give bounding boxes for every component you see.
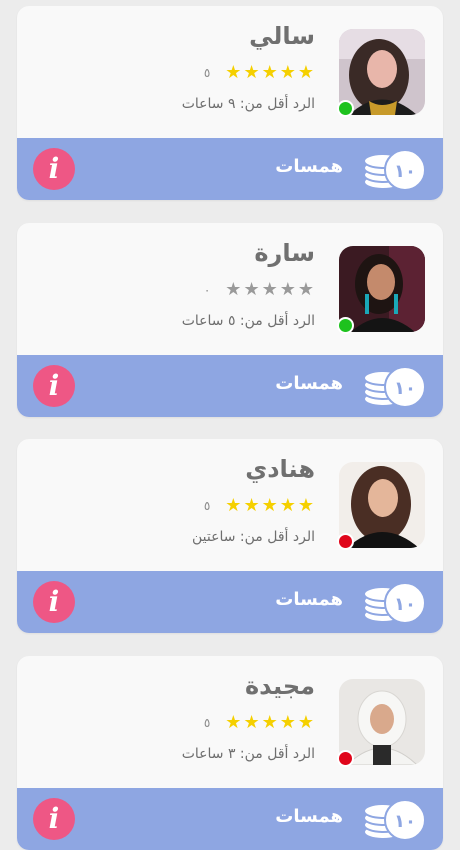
coins-label: همسات <box>275 589 343 610</box>
reply-time: الرد أقل من: ٣ ساعات <box>181 746 315 762</box>
star-icon: ★ <box>297 279 314 300</box>
reply-time: الرد أقل من: ٥ ساعات <box>181 313 315 329</box>
reply-time: الرد أقل من: ساعتين <box>192 529 315 545</box>
star-icon: ★ <box>261 712 278 733</box>
reply-time: الرد أقل من: ٩ ساعات <box>181 96 315 112</box>
rating-count: ٠ <box>203 283 211 297</box>
star-icon: ★ <box>297 712 314 733</box>
advisor-card[interactable]: هنادي ★ ★ ★ ★ ★ ٥ الرد أقل من: ساعتين ١٠ <box>17 439 443 633</box>
offline-status-dot <box>337 750 354 767</box>
star-icon: ★ <box>261 495 278 516</box>
star-icon: ★ <box>279 712 296 733</box>
advisor-name: سارة <box>254 239 315 267</box>
star-icon: ★ <box>243 712 260 733</box>
star-icon: ★ <box>297 62 314 83</box>
rating-count: ٥ <box>203 499 211 513</box>
rating-row: ★ ★ ★ ★ ★ ٠ <box>204 280 315 300</box>
coins-value: ١٠ <box>394 594 416 615</box>
rating-row: ★ ★ ★ ★ ★ ٥ <box>204 713 315 733</box>
info-icon[interactable]: i <box>33 148 75 190</box>
star-rating: ★ ★ ★ ★ ★ <box>224 63 315 83</box>
rating-row: ★ ★ ★ ★ ★ ٥ <box>204 63 315 83</box>
coins-icon: ١٠ <box>361 365 427 409</box>
coins-icon: ١٠ <box>361 148 427 192</box>
rating-row: ★ ★ ★ ★ ★ ٥ <box>204 496 315 516</box>
star-icon: ★ <box>297 495 314 516</box>
coins-label: همسات <box>275 373 343 394</box>
advisor-name: هنادي <box>245 455 315 483</box>
advisor-name: سالي <box>249 22 315 50</box>
contact-bar[interactable]: ١٠ همسات i <box>17 571 443 633</box>
advisor-card[interactable]: سالي ★ ★ ★ ★ ★ ٥ الرد أقل من: ٩ ساعات ١٠ <box>17 6 443 200</box>
coins-value: ١٠ <box>394 811 416 832</box>
star-icon: ★ <box>243 62 260 83</box>
rating-count: ٥ <box>203 66 211 80</box>
star-icon: ★ <box>225 495 242 516</box>
star-icon: ★ <box>243 495 260 516</box>
contact-bar[interactable]: ١٠ همسات i <box>17 138 443 200</box>
star-icon: ★ <box>261 62 278 83</box>
info-icon[interactable]: i <box>33 581 75 623</box>
coins-icon: ١٠ <box>361 798 427 842</box>
star-icon: ★ <box>261 279 278 300</box>
contact-bar[interactable]: ١٠ همسات i <box>17 355 443 417</box>
star-icon: ★ <box>225 712 242 733</box>
star-icon: ★ <box>279 279 296 300</box>
advisor-card[interactable]: سارة ★ ★ ★ ★ ★ ٠ الرد أقل من: ٥ ساعات ١٠ <box>17 223 443 417</box>
contact-bar[interactable]: ١٠ همسات i <box>17 788 443 850</box>
star-icon: ★ <box>225 62 242 83</box>
advisor-list: سالي ★ ★ ★ ★ ★ ٥ الرد أقل من: ٩ ساعات ١٠ <box>0 0 460 850</box>
coins-label: همسات <box>275 156 343 177</box>
star-rating: ★ ★ ★ ★ ★ <box>224 713 315 733</box>
star-icon: ★ <box>279 62 296 83</box>
advisor-name: مجيدة <box>245 672 315 700</box>
coins-value: ١٠ <box>394 161 416 182</box>
info-icon[interactable]: i <box>33 798 75 840</box>
online-status-dot <box>337 317 354 334</box>
coins-icon: ١٠ <box>361 581 427 625</box>
star-icon: ★ <box>225 279 242 300</box>
offline-status-dot <box>337 533 354 550</box>
online-status-dot <box>337 100 354 117</box>
coins-label: همسات <box>275 806 343 827</box>
coins-value: ١٠ <box>394 378 416 399</box>
rating-count: ٥ <box>203 716 211 730</box>
info-icon[interactable]: i <box>33 365 75 407</box>
advisor-card[interactable]: مجيدة ★ ★ ★ ★ ★ ٥ الرد أقل من: ٣ ساعات ١ <box>17 656 443 850</box>
star-rating: ★ ★ ★ ★ ★ <box>224 280 315 300</box>
star-rating: ★ ★ ★ ★ ★ <box>224 496 315 516</box>
star-icon: ★ <box>243 279 260 300</box>
star-icon: ★ <box>279 495 296 516</box>
